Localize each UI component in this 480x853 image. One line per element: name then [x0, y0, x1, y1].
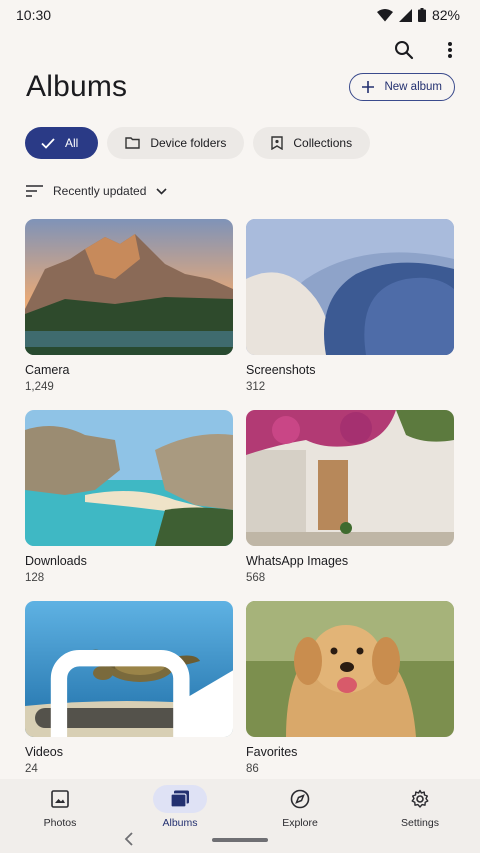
back-chevron-icon[interactable]	[124, 832, 134, 846]
sort-label: Recently updated	[53, 184, 147, 198]
nav-item-explore[interactable]: Explore	[250, 785, 350, 853]
check-icon	[41, 137, 55, 149]
nav-item-albums[interactable]: Albums	[130, 785, 230, 853]
new-album-label: New album	[384, 81, 442, 93]
chip-label: Device folders	[150, 136, 227, 150]
chip-label: Collections	[293, 136, 353, 150]
album-thumbnail: 24	[25, 601, 233, 737]
nav-label: Settings	[401, 817, 439, 829]
nav-icon-container	[33, 785, 87, 813]
nav-icon-container	[153, 785, 207, 813]
album-thumbnail	[25, 410, 233, 546]
album-name: Downloads	[25, 554, 87, 568]
album-card-camera[interactable]: Camera 1,249	[25, 219, 233, 410]
battery-icon	[417, 8, 426, 22]
gesture-handle[interactable]	[212, 838, 268, 842]
album-name: Camera	[25, 363, 70, 377]
nav-label: Albums	[162, 817, 198, 829]
albums-grid: Camera 1,249 Screenshots 312 Downloads 1…	[25, 219, 454, 792]
status-icons: 82%	[376, 7, 460, 23]
album-count: 86	[246, 763, 259, 775]
filter-chips: All Device folders Collections	[25, 127, 371, 159]
nav-icon-container	[393, 785, 447, 813]
chip-all[interactable]: All	[25, 127, 99, 159]
bookmark-star-icon	[271, 136, 284, 150]
album-count: 312	[246, 381, 266, 393]
signal-icon	[398, 8, 412, 22]
album-count: 568	[246, 572, 266, 584]
golden-retriever-image	[246, 601, 454, 737]
chip-device-folders[interactable]: Device folders	[107, 127, 245, 159]
album-card-videos[interactable]: 24 Videos 24	[25, 601, 233, 792]
album-name: Favorites	[246, 745, 298, 759]
beach-cove-image	[25, 410, 233, 546]
status-bar: 10:30 82%	[0, 0, 480, 30]
search-button[interactable]	[390, 36, 418, 64]
chip-collections[interactable]: Collections	[253, 127, 371, 159]
search-icon	[395, 41, 414, 60]
album-thumbnail	[246, 601, 454, 737]
album-thumbnail	[246, 219, 454, 355]
title-row: Albums New album	[26, 70, 455, 104]
albums-icon	[170, 790, 189, 808]
album-card-downloads[interactable]: Downloads 128	[25, 410, 233, 601]
plus-icon	[362, 81, 375, 93]
album-card-whatsapp-images[interactable]: WhatsApp Images 568	[246, 410, 454, 601]
chip-label: All	[65, 136, 79, 150]
video-camera-icon	[50, 650, 233, 737]
nav-label: Photos	[43, 817, 77, 829]
photo-icon	[51, 790, 69, 808]
battery-level: 82%	[431, 7, 460, 23]
wifi-icon	[376, 8, 393, 21]
album-thumbnail	[246, 410, 454, 546]
page-title: Albums	[26, 70, 128, 103]
album-count: 24	[25, 763, 38, 775]
nav-item-settings[interactable]: Settings	[370, 785, 470, 853]
chevron-down-icon	[156, 187, 167, 195]
status-time: 10:30	[16, 7, 52, 23]
album-count: 128	[25, 572, 45, 584]
new-album-button[interactable]: New album	[349, 73, 455, 101]
mountain-lake-image	[25, 219, 233, 355]
abstract-curves-image	[246, 219, 454, 355]
album-thumbnail	[25, 219, 233, 355]
video-count-badge: 24	[35, 650, 233, 737]
nav-item-photos[interactable]: Photos	[10, 785, 110, 853]
gear-icon	[411, 789, 429, 808]
album-name: Videos	[25, 745, 63, 759]
album-card-screenshots[interactable]: Screenshots 312	[246, 219, 454, 410]
folder-icon	[125, 137, 141, 149]
sort-dropdown[interactable]: Recently updated	[26, 184, 167, 198]
more-vert-icon	[448, 42, 452, 58]
album-card-favorites[interactable]: Favorites 86	[246, 601, 454, 792]
flowered-house-image	[246, 410, 454, 546]
nav-icon-container	[273, 785, 327, 813]
compass-icon	[290, 789, 310, 809]
album-name: Screenshots	[246, 363, 316, 377]
more-options-button[interactable]	[436, 36, 464, 64]
sort-icon	[26, 185, 43, 197]
nav-label: Explore	[282, 817, 318, 829]
top-actions	[390, 36, 464, 64]
album-name: WhatsApp Images	[246, 554, 349, 568]
album-count: 1,249	[25, 381, 54, 393]
